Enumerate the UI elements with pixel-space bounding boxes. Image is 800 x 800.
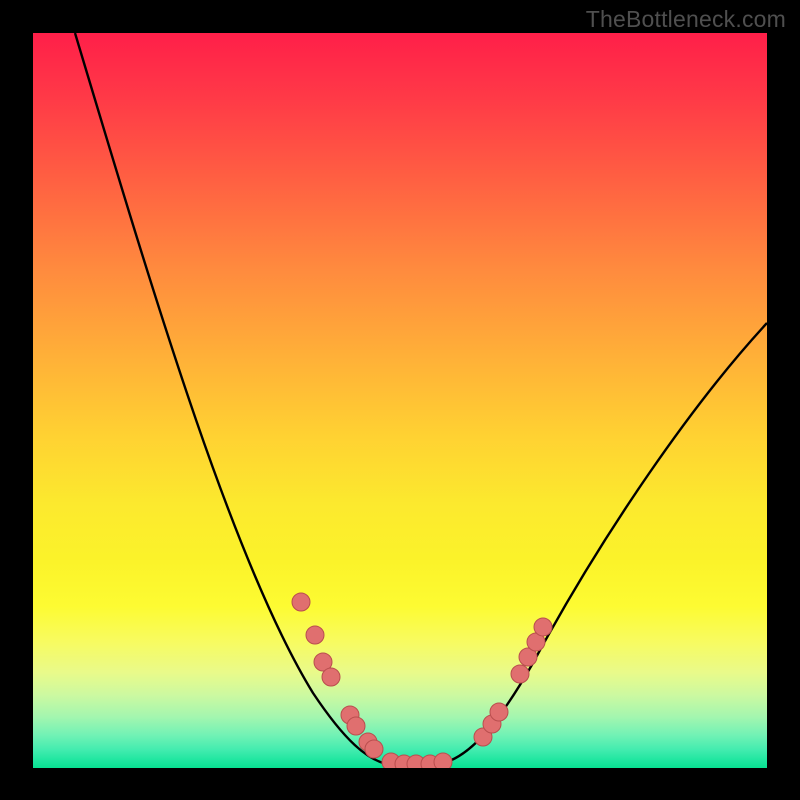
bottleneck-curve bbox=[75, 33, 767, 765]
plot-area bbox=[33, 33, 767, 768]
data-point bbox=[292, 593, 310, 611]
chart-frame: TheBottleneck.com bbox=[0, 0, 800, 800]
marker-layer bbox=[292, 593, 552, 768]
data-point bbox=[306, 626, 324, 644]
data-point bbox=[490, 703, 508, 721]
data-point bbox=[511, 665, 529, 683]
data-point bbox=[322, 668, 340, 686]
watermark-text: TheBottleneck.com bbox=[586, 6, 786, 33]
curve-layer bbox=[75, 33, 767, 765]
data-point bbox=[347, 717, 365, 735]
data-point bbox=[534, 618, 552, 636]
data-point bbox=[365, 740, 383, 758]
chart-svg bbox=[33, 33, 767, 768]
data-point bbox=[434, 753, 452, 768]
